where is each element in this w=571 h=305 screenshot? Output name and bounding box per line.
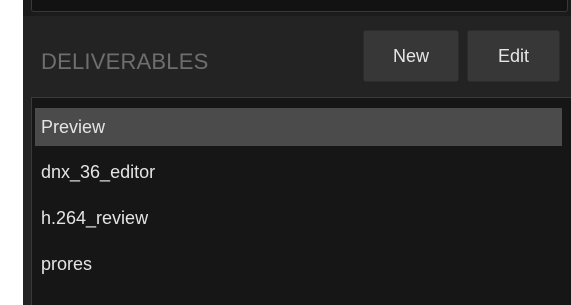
- edit-button[interactable]: Edit: [467, 30, 560, 82]
- section-title: DELIVERABLES: [41, 49, 209, 74]
- list-item-dnx-36-editor[interactable]: dnx_36_editor: [35, 153, 562, 191]
- list-item-prores[interactable]: prores: [35, 245, 562, 283]
- new-button[interactable]: New: [363, 30, 459, 82]
- upper-panel-frame: [31, 0, 568, 12]
- list-item-preview[interactable]: Preview: [35, 108, 562, 146]
- deliverables-list: Preview dnx_36_editor h.264_review prore…: [31, 97, 571, 305]
- list-item-h264-review[interactable]: h.264_review: [35, 199, 562, 237]
- deliverables-header: DELIVERABLES New Edit: [23, 16, 571, 96]
- deliverables-panel: DELIVERABLES New Edit Preview dnx_36_edi…: [23, 0, 571, 305]
- upper-panel-edge: [23, 0, 571, 16]
